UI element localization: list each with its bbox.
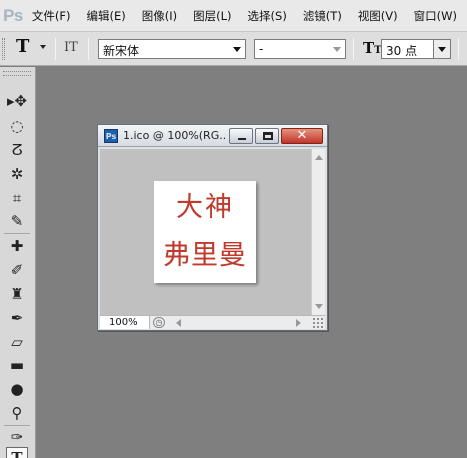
scroll-left-icon[interactable] xyxy=(176,319,181,327)
chevron-down-icon xyxy=(438,47,446,52)
history-brush-tool-icon[interactable]: ✒ xyxy=(6,308,28,328)
minimize-icon xyxy=(238,138,246,140)
menu-filter[interactable]: 滤镜(T) xyxy=(297,8,348,24)
close-icon: ✕ xyxy=(296,128,308,143)
brush-tool-icon[interactable]: ✐ xyxy=(6,260,28,280)
scroll-down-icon[interactable] xyxy=(315,304,323,309)
blur-tool-icon[interactable]: ● xyxy=(6,379,28,399)
image-text-line-2: 弗里曼 xyxy=(163,240,247,271)
document-status-bar: 100% ◷ xyxy=(100,315,325,329)
type-tool-preset-icon[interactable]: T xyxy=(16,36,29,57)
tool-separator xyxy=(4,233,30,234)
text-orientation-icon[interactable]: IT xyxy=(64,40,78,55)
menu-layer[interactable]: 图层(L) xyxy=(187,8,237,24)
menu-view[interactable]: 视图(V) xyxy=(352,8,404,24)
separator xyxy=(88,38,89,60)
eraser-tool-icon[interactable]: ▱ xyxy=(6,332,28,352)
quick-select-tool-icon[interactable]: ✲ xyxy=(6,164,28,184)
resize-grip[interactable] xyxy=(312,317,324,329)
zoom-level-field[interactable]: 100% xyxy=(100,316,150,329)
status-info-icon[interactable]: ◷ xyxy=(153,317,165,328)
font-style-select[interactable]: - xyxy=(254,39,346,59)
menu-file[interactable]: 文件(F) xyxy=(26,8,77,24)
vertical-scrollbar[interactable] xyxy=(311,149,325,315)
menu-image[interactable]: 图像(I) xyxy=(136,8,183,24)
menu-edit[interactable]: 编辑(E) xyxy=(81,8,132,24)
tools-panel: ▸✥ ◌ ⵒ ✲ ⌗ ✎ ✚ ✐ ♜ ✒ ▱ ▬ ● ⚲ ✑ T xyxy=(0,67,36,458)
pen-tool-icon[interactable]: ✑ xyxy=(6,427,28,447)
photoshop-document-icon: Ps xyxy=(104,129,118,143)
font-size-dropdown-button[interactable] xyxy=(433,39,451,59)
font-size-input[interactable]: 30 点 xyxy=(381,39,433,59)
tool-separator xyxy=(4,425,30,426)
move-tool-icon[interactable]: ▸✥ xyxy=(6,91,28,111)
tools-panel-grip[interactable] xyxy=(3,71,31,76)
dodge-tool-icon[interactable]: ⚲ xyxy=(6,403,28,423)
font-style-value: - xyxy=(259,42,264,56)
font-size-value: 30 点 xyxy=(386,44,418,58)
separator xyxy=(55,38,56,60)
options-bar: T IT 新宋体 - TT 30 点 xyxy=(0,32,467,66)
gradient-tool-icon[interactable]: ▬ xyxy=(6,355,28,375)
scroll-right-icon[interactable] xyxy=(296,319,301,327)
separator xyxy=(458,38,459,60)
maximize-button[interactable] xyxy=(255,128,279,144)
close-button[interactable]: ✕ xyxy=(281,128,323,144)
healing-tool-icon[interactable]: ✚ xyxy=(6,236,28,256)
eyedropper-tool-icon[interactable]: ✎ xyxy=(6,211,28,231)
chevron-down-icon xyxy=(333,47,341,52)
stamp-tool-icon[interactable]: ♜ xyxy=(6,284,28,304)
font-size-icon: TT xyxy=(363,39,382,57)
type-tool-icon[interactable]: T xyxy=(6,447,28,458)
maximize-icon xyxy=(263,132,273,140)
font-family-value: 新宋体 xyxy=(103,44,140,58)
separator xyxy=(353,38,354,60)
scroll-up-icon[interactable] xyxy=(315,155,323,160)
document-titlebar[interactable]: Ps 1.ico @ 100%(RG... ✕ xyxy=(98,125,327,147)
document-title: 1.ico @ 100%(RG... xyxy=(123,129,225,142)
marquee-tool-icon[interactable]: ◌ xyxy=(6,116,28,136)
photoshop-logo: Ps xyxy=(3,5,23,25)
lasso-tool-icon[interactable]: ⵒ xyxy=(6,140,28,160)
chevron-down-icon xyxy=(233,47,241,52)
crop-tool-icon[interactable]: ⌗ xyxy=(6,188,28,208)
options-bar-grip[interactable] xyxy=(2,38,5,60)
canvas-area[interactable]: 大神 弗里曼 xyxy=(100,149,311,315)
menu-window[interactable]: 窗口(W) xyxy=(408,8,463,24)
image-text-line-1: 大神 xyxy=(176,192,234,223)
menu-select[interactable]: 选择(S) xyxy=(242,8,293,24)
minimize-button[interactable] xyxy=(229,128,253,144)
menu-bar: Ps 文件(F) 编辑(E) 图像(I) 图层(L) 选择(S) 滤镜(T) 视… xyxy=(0,0,467,32)
document-image[interactable]: 大神 弗里曼 xyxy=(154,181,256,283)
font-family-select[interactable]: 新宋体 xyxy=(98,39,246,59)
document-window: Ps 1.ico @ 100%(RG... ✕ 大神 弗里曼 100% ◷ xyxy=(97,124,328,331)
tool-preset-caret-icon[interactable] xyxy=(40,45,46,49)
